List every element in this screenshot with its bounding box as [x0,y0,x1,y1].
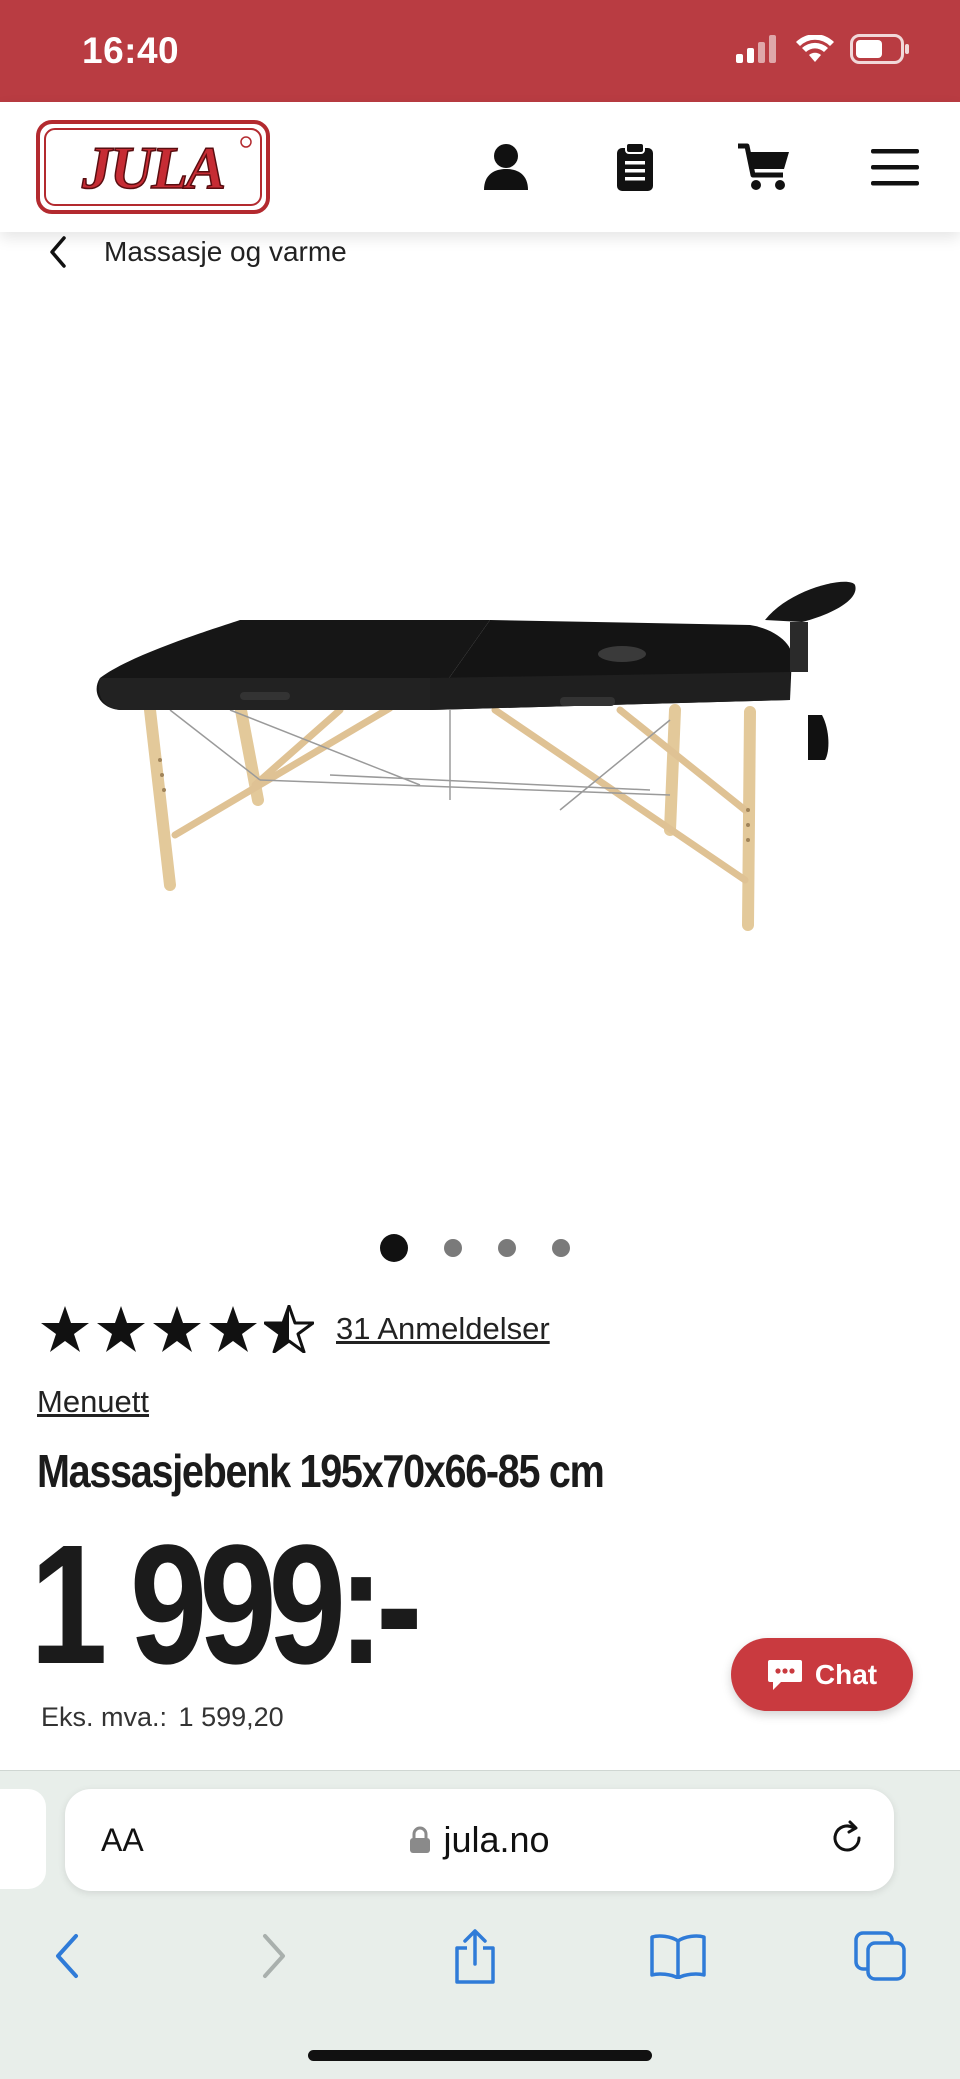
chat-button[interactable]: Chat [731,1638,913,1711]
carousel-dot[interactable] [444,1239,462,1257]
star-icon [41,1306,89,1352]
star-icon [97,1306,145,1352]
status-time: 16:40 [82,30,180,71]
cart-icon[interactable] [734,137,794,197]
reload-icon[interactable] [828,1819,866,1862]
carousel-dot[interactable] [380,1234,408,1262]
battery-icon [850,34,909,64]
jula-logo[interactable]: JULA [36,120,270,219]
lock-icon [410,1826,431,1853]
url-text: jula.no [443,1819,550,1860]
chat-icon [767,1659,802,1690]
menu-icon[interactable] [865,137,925,197]
status-bar: 16:40 [0,0,960,102]
star-icon [153,1306,201,1352]
home-indicator [308,2050,652,2061]
browser-toolbar: AA jula.no [0,1770,960,2079]
account-icon[interactable] [476,137,536,197]
logo-text: JULA [81,135,224,201]
rating: 31 Anmeldelser [40,1305,550,1353]
product-image[interactable] [90,560,870,940]
vat-value: 1 599,20 [178,1702,284,1732]
browser-nav-row [0,1921,960,2001]
carousel-dot[interactable] [552,1239,570,1257]
star-rating [40,1305,314,1353]
status-icons [736,34,910,64]
brand-link[interactable]: Menuett [37,1384,149,1420]
url-display[interactable]: jula.no [65,1819,894,1861]
site-header: JULA [0,102,960,232]
bookmarks-icon[interactable] [643,1921,713,1991]
chat-label: Chat [814,1658,878,1690]
price: 1 999:- [30,1510,422,1700]
carousel-dot[interactable] [498,1239,516,1257]
tabs-icon[interactable] [845,1921,915,1991]
breadcrumb-label: Massasje og varme [104,236,347,267]
price-excl-vat: Eks. mva.: 1 599,20 [37,1702,284,1733]
carousel-dots [380,1234,570,1262]
address-bar[interactable]: AA jula.no [65,1789,894,1891]
chevron-left-icon [50,236,66,268]
reviews-link[interactable]: 31 Anmeldelser [336,1311,550,1347]
star-icon [209,1306,257,1352]
breadcrumb[interactable]: Massasje og varme [48,232,347,272]
vat-label: Eks. mva.: [41,1702,168,1732]
product-title: Massasjebenk 195x70x66-85 cm [37,1445,605,1497]
half-star-icon [264,1305,314,1353]
previous-tab[interactable] [0,1789,46,1889]
signal-icon [736,35,776,63]
back-icon[interactable] [32,1921,102,1991]
share-icon[interactable] [440,1921,510,1991]
wifi-icon [796,35,834,62]
clipboard-icon[interactable] [605,137,665,197]
forward-icon[interactable] [239,1921,309,1991]
